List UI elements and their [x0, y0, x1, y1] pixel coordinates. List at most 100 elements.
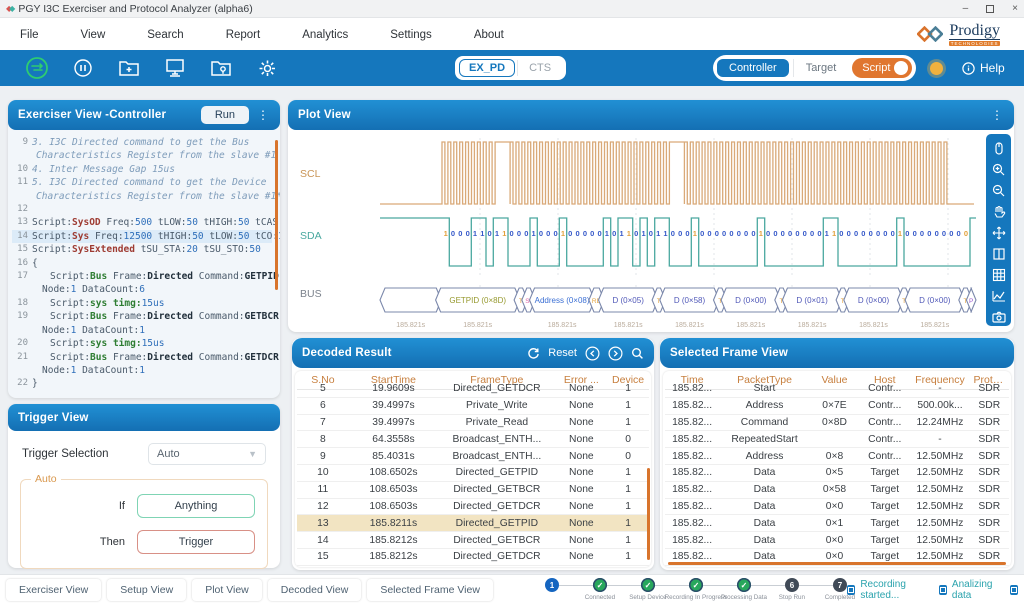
decoded-scrollbar[interactable] — [647, 468, 650, 560]
view-tab-setup-view[interactable]: Setup View — [107, 579, 186, 601]
script-toggle[interactable]: Script — [852, 58, 912, 78]
selected-frame-table[interactable]: TimePacketTypeValueHostFrequencyProtocol… — [663, 371, 1011, 567]
table-row[interactable]: 185.82...Address0×8Contr...12.50MHzSDR — [665, 448, 1009, 465]
table-row[interactable]: 12108.6503sDirected_GETDCRNone1 — [297, 499, 649, 516]
table-row[interactable]: 185.82...Data0×1Target12.50MHzSDR — [665, 515, 1009, 532]
code-text: Script:Bus Frame:Directed Command:GETDCR — [32, 351, 279, 364]
search-icon[interactable] — [631, 347, 644, 360]
table-row[interactable]: 519.9609sDirected_GETDCRNone1 — [297, 381, 649, 398]
zoom-in-icon[interactable] — [991, 162, 1007, 183]
if-anything-button[interactable]: Anything — [137, 494, 255, 518]
decoded-result-table[interactable]: S.NoStartTimeFrameTypeError ...Device519… — [295, 371, 651, 567]
line-number: 18 — [12, 297, 28, 310]
step-label: Connected — [585, 594, 615, 601]
table-row[interactable]: 185.82...RepeatedStartContr...-SDR — [665, 431, 1009, 448]
line-number: 10 — [12, 163, 28, 176]
maximize-button[interactable] — [986, 5, 994, 13]
svg-text:D (0×58): D (0×58) — [674, 296, 706, 305]
role-controller-button[interactable]: Controller — [717, 59, 789, 77]
minimize-button[interactable]: – — [963, 3, 969, 14]
pan-hand-icon[interactable] — [991, 204, 1007, 225]
trigger-selection-label: Trigger Selection — [22, 448, 109, 460]
svg-text:185.821s: 185.821s — [736, 322, 765, 329]
table-row[interactable]: 10108.6502sDirected_GETPIDNone1 — [297, 465, 649, 482]
folder-pin-icon[interactable] — [198, 58, 244, 78]
table-row[interactable]: 13185.8211sDirected_GETPIDNone1 — [297, 515, 649, 532]
split-view-icon[interactable] — [991, 246, 1007, 267]
line-number: 13 — [12, 216, 28, 229]
help-button[interactable]: Help — [962, 61, 1005, 75]
table-row[interactable]: 185.82...Address0×7EContr...500.00k...SD… — [665, 398, 1009, 415]
table-cell: 185.82... — [665, 451, 719, 462]
menu-item-analytics[interactable]: Analytics — [302, 29, 348, 41]
camera-icon[interactable] — [991, 309, 1007, 330]
gear-icon[interactable] — [244, 58, 290, 79]
close-button[interactable]: × — [1012, 3, 1018, 14]
table-row[interactable]: 15185.8212sDirected_GETDCRNone1 — [297, 549, 649, 566]
mode-ex-pd-button[interactable]: EX_PD — [459, 59, 515, 77]
plot-menu-dots[interactable]: ⋮ — [991, 108, 1004, 122]
prev-frame-icon[interactable] — [585, 346, 600, 361]
table-row[interactable]: 739.4997sPrivate_ReadNone1 — [297, 415, 649, 432]
pause-icon[interactable] — [60, 58, 106, 78]
bus-frame-idle[interactable] — [380, 288, 441, 312]
trigger-selection-dropdown[interactable]: Auto ▼ — [148, 443, 266, 465]
table-row[interactable]: 639.4997sPrivate_WriteNone1 — [297, 398, 649, 415]
code-text: Script:sys timg:15us — [32, 297, 164, 310]
grid-icon[interactable] — [991, 267, 1007, 288]
view-tab-selected-frame-view[interactable]: Selected Frame View — [367, 579, 493, 601]
menu-item-settings[interactable]: Settings — [390, 29, 432, 41]
code-text: Script:SysExtended tSU_STA:20 tSU_STO:50 — [32, 243, 261, 256]
mode-cts-button[interactable]: CTS — [517, 60, 562, 76]
waveform-area[interactable]: 1000110110001000100000101101011000100000… — [330, 130, 978, 332]
table-cell: Private_Read — [438, 417, 555, 428]
table-row[interactable]: 185.82...Data0×0Target12.50MHzSDR — [665, 499, 1009, 516]
table-row[interactable]: 14185.8212sDirected_GETBCRNone1 — [297, 532, 649, 549]
then-trigger-button[interactable]: Trigger — [137, 530, 255, 554]
code-line: 21Script:Bus Frame:Directed Command:GETD… — [12, 351, 272, 364]
view-tab-exerciser-view[interactable]: Exerciser View — [6, 579, 101, 601]
svg-text:D (0×01): D (0×01) — [796, 296, 828, 305]
reset-button[interactable]: Reset — [548, 347, 577, 359]
table-cell: 12 — [297, 501, 349, 512]
table-row[interactable]: 864.3558sBroadcast_ENTH...None0 — [297, 431, 649, 448]
table-cell: 12.50MHz — [910, 484, 969, 495]
table-row[interactable]: 985.4031sBroadcast_ENTH...None0 — [297, 448, 649, 465]
selected-frame-hscrollbar[interactable] — [668, 562, 1006, 565]
menu-item-report[interactable]: Report — [226, 29, 261, 41]
run-button[interactable]: Run — [201, 106, 249, 124]
table-cell: None — [556, 535, 608, 546]
role-target-button[interactable]: Target — [793, 59, 849, 77]
menu-item-about[interactable]: About — [474, 29, 504, 41]
table-row[interactable]: 185.82...Data0×5Target12.50MHzSDR — [665, 465, 1009, 482]
table-cell: 1 — [607, 518, 649, 529]
next-frame-icon[interactable] — [608, 346, 623, 361]
menu-item-file[interactable]: File — [20, 29, 39, 41]
table-body: 519.9609sDirected_GETDCRNone1639.4997sPr… — [297, 381, 649, 566]
code-scrollbar[interactable] — [275, 140, 278, 290]
exerciser-menu-dots[interactable]: ⋮ — [257, 108, 270, 122]
code-line: 93. I3C Directed command to get the Bus — [12, 136, 272, 149]
move-icon[interactable] — [991, 225, 1007, 246]
table-cell: 85.4031s — [349, 451, 438, 462]
view-tab-plot-view[interactable]: Plot View — [192, 579, 262, 601]
script-run-icon[interactable] — [14, 56, 60, 80]
table-cell: 108.6502s — [349, 467, 438, 478]
view-tab-decoded-view[interactable]: Decoded View — [268, 579, 362, 601]
table-cell: 1 — [607, 551, 649, 562]
refresh-icon[interactable] — [527, 347, 540, 360]
zoom-out-icon[interactable] — [991, 183, 1007, 204]
table-row[interactable]: 185.82...Command0×8DContr...12.24MHzSDR — [665, 415, 1009, 432]
table-row[interactable]: 185.82...Data0×58Target12.50MHzSDR — [665, 482, 1009, 499]
menu-item-search[interactable]: Search — [147, 29, 183, 41]
folder-add-icon[interactable] — [106, 58, 152, 78]
step-label: Stop Run — [779, 594, 805, 601]
script-editor[interactable]: 93. I3C Directed command to get the BusC… — [8, 130, 280, 388]
table-cell: 1 — [607, 501, 649, 512]
table-row[interactable]: 11108.6503sDirected_GETBCRNone1 — [297, 482, 649, 499]
trend-icon[interactable] — [991, 288, 1007, 309]
menu-item-view[interactable]: View — [81, 29, 106, 41]
table-row[interactable]: 185.82...Data0×0Target12.50MHzSDR — [665, 532, 1009, 549]
cursor-icon[interactable] — [991, 141, 1007, 162]
monitor-icon[interactable] — [152, 57, 198, 79]
